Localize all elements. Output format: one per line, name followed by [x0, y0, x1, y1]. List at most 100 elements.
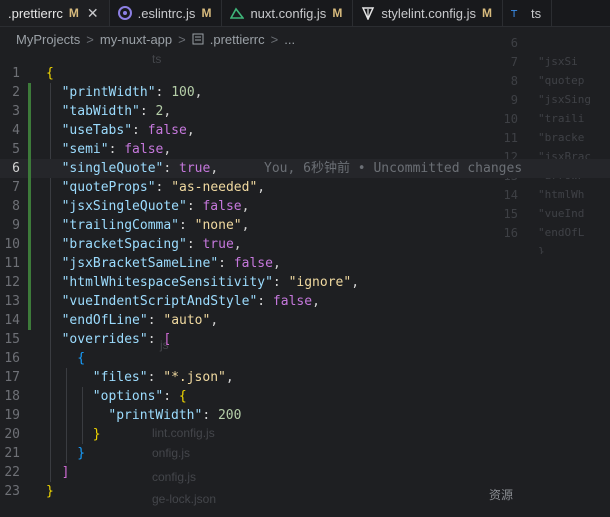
nuxt-icon — [230, 6, 246, 20]
code-line[interactable]: 1{ — [0, 64, 610, 83]
git-change-marker[interactable] — [28, 216, 31, 235]
line-number: 17 — [4, 370, 20, 385]
code-line[interactable]: 17 "files": "*.json", — [0, 368, 610, 387]
code-line[interactable]: 18 "options": { — [0, 387, 610, 406]
json-key: bracketSpacing — [69, 237, 179, 252]
git-change-marker[interactable] — [28, 121, 31, 140]
tab-label: nuxt.config.js — [250, 5, 327, 21]
line-number: 22 — [4, 465, 20, 480]
code-line[interactable]: 8 "jsxSingleQuote": false, — [0, 197, 610, 216]
line-number: 12 — [4, 275, 20, 290]
code-line[interactable]: 11 "jsxBracketSameLine": false, — [0, 254, 610, 273]
json-value: 100 — [171, 85, 195, 100]
breadcrumb-separator: > — [178, 31, 186, 47]
tab-prettierrc[interactable]: .prettierrc M ✕ — [0, 0, 110, 26]
line-number: 18 — [4, 389, 20, 404]
line-number: 7 — [12, 180, 20, 195]
code-line[interactable]: 19 "printWidth": 200 — [0, 406, 610, 425]
tab-stylelint-config[interactable]: stylelint.config.js M — [353, 0, 503, 26]
json-key: semi — [69, 142, 101, 157]
code-content: { — [46, 64, 54, 83]
git-change-marker[interactable] — [28, 235, 31, 254]
code-content: { — [77, 349, 85, 368]
git-change-marker[interactable] — [28, 83, 31, 102]
modified-badge: M — [332, 6, 343, 20]
code-line[interactable]: 15 "overrides": [ — [0, 330, 610, 349]
line-number: 5 — [12, 142, 20, 157]
code-editor[interactable]: 1{2 "printWidth": 100, 3 "tabWidth": 2, 4 "us… — [0, 64, 610, 517]
json-key: jsxSingleQuote — [69, 199, 179, 214]
breadcrumb-item[interactable]: MyProjects — [16, 32, 80, 47]
json-value: false — [233, 256, 273, 271]
git-change-marker[interactable] — [28, 254, 31, 273]
code-content: "tabWidth": 2, — [61, 104, 172, 119]
code-line[interactable]: 14 "endOfLine": "auto", — [0, 311, 610, 330]
git-change-marker[interactable] — [28, 178, 31, 197]
tab-nuxt-config[interactable]: nuxt.config.js M — [222, 0, 354, 26]
git-change-marker[interactable] — [28, 311, 31, 330]
eslint-icon — [117, 6, 132, 20]
json-key: printWidth — [116, 408, 195, 423]
json-value: false — [124, 142, 164, 157]
close-icon[interactable]: ✕ — [87, 5, 99, 22]
code-line[interactable]: 4 "useTabs": false, — [0, 121, 610, 140]
code-line[interactable]: 13 "vueIndentScriptAndStyle": false, — [0, 292, 610, 311]
json-value: ignore — [296, 275, 344, 290]
modified-badge: M — [201, 6, 212, 20]
code-content: "vueIndentScriptAndStyle": false, — [61, 294, 320, 309]
code-content: "useTabs": false, — [61, 123, 195, 138]
code-content: "printWidth": 100, — [61, 85, 203, 100]
code-line[interactable]: 5 "semi": false, — [0, 140, 610, 159]
code-line[interactable]: 2 "printWidth": 100, — [0, 83, 610, 102]
json-value: false — [272, 294, 313, 309]
line-number: 14 — [4, 313, 20, 328]
code-line[interactable]: 23} — [0, 482, 610, 501]
breadcrumb-item[interactable]: .prettierrc — [210, 32, 265, 47]
typescript-icon: T — [510, 6, 525, 20]
tab-label: .prettierrc — [8, 5, 63, 21]
code-line[interactable]: 6 "singleQuote": true, You, 6秒钟前 • Uncommi… — [0, 159, 610, 178]
json-value: false — [147, 123, 187, 138]
line-number: 2 — [12, 85, 20, 100]
git-change-marker[interactable] — [28, 140, 31, 159]
code-line[interactable]: 10 "bracketSpacing": true, — [0, 235, 610, 254]
bracket: { — [77, 351, 86, 366]
code-line[interactable]: 16 { — [0, 349, 610, 368]
line-number: 19 — [4, 408, 20, 423]
tab-label: .eslintrc.js — [137, 5, 196, 21]
code-line[interactable]: 12 "htmlWhitespaceSensitivity": "ignore", — [0, 273, 610, 292]
line-number: 10 — [4, 237, 20, 252]
json-value: true — [202, 237, 234, 252]
code-line[interactable]: 9 "trailingComma": "none", — [0, 216, 610, 235]
code-line[interactable]: 3 "tabWidth": 2, — [0, 102, 610, 121]
bracket: } — [46, 484, 54, 499]
git-change-marker[interactable] — [28, 273, 31, 292]
breadcrumb-item[interactable]: my-nuxt-app — [100, 32, 172, 47]
line-number: 13 — [4, 294, 20, 309]
json-value: { — [178, 389, 187, 404]
code-content: "endOfLine": "auto", — [61, 313, 219, 328]
code-line[interactable]: 20} — [0, 425, 610, 444]
breadcrumb-item[interactable]: ... — [284, 32, 295, 47]
bracket: } — [92, 427, 101, 442]
git-change-marker[interactable] — [28, 292, 31, 311]
editor-tab-bar: .prettierrc M ✕ .eslintrc.js M nuxt.conf… — [0, 0, 610, 27]
json-key: overrides — [69, 332, 140, 347]
code-line[interactable]: 21} — [0, 444, 610, 463]
code-content: ] — [62, 463, 70, 482]
code-content: "overrides": [ — [61, 332, 172, 347]
code-line[interactable]: 22] — [0, 463, 610, 482]
json-key: endOfLine — [69, 313, 140, 328]
git-change-marker[interactable] — [28, 197, 31, 216]
json-key: useTabs — [69, 123, 125, 138]
line-number: 6 — [12, 161, 20, 176]
code-line[interactable]: 7 "quoteProps": "as-needed", — [0, 178, 610, 197]
code-content: "trailingComma": "none", — [61, 218, 250, 233]
tab-eslintrc[interactable]: .eslintrc.js M — [110, 0, 223, 26]
git-change-marker[interactable] — [28, 102, 31, 121]
git-change-marker[interactable] — [28, 159, 31, 178]
svg-text:T: T — [511, 9, 518, 20]
modified-badge: M — [481, 6, 492, 20]
line-number: 1 — [12, 66, 20, 81]
json-value: false — [202, 199, 242, 214]
